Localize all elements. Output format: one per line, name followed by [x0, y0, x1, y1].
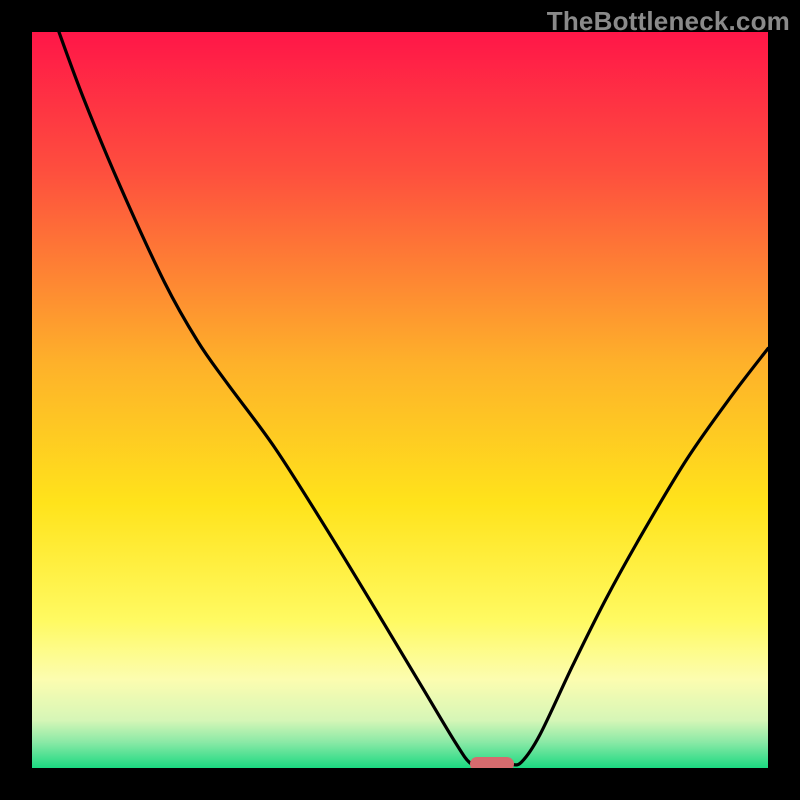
bottleneck-curve [32, 32, 768, 768]
watermark-text: TheBottleneck.com [547, 6, 790, 37]
chart-frame: TheBottleneck.com [0, 0, 800, 800]
optimal-marker [470, 757, 514, 768]
plot-area [32, 32, 768, 768]
